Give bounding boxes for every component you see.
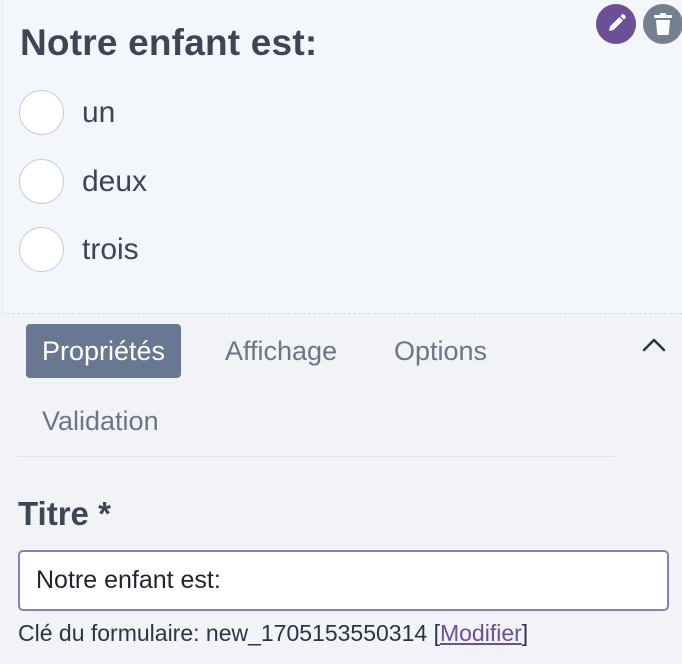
title-label: Titre * [18, 495, 111, 532]
delete-button[interactable] [643, 4, 682, 44]
properties-panel: Propriétés Affichage Options Validation … [0, 315, 682, 664]
radio-option-un[interactable]: un [19, 90, 115, 135]
pencil-icon [609, 14, 626, 31]
title-input[interactable] [18, 550, 669, 611]
radio-option-label: un [82, 95, 116, 129]
tab-affichage[interactable]: Affichage [209, 324, 353, 378]
tab-options[interactable]: Options [378, 324, 503, 378]
form-key-text: Clé du formulaire: new_1705153550314 [ [18, 620, 440, 646]
radio-option-label: trois [82, 232, 139, 266]
radio-button[interactable] [19, 159, 64, 204]
tabs-divider [18, 456, 614, 457]
radio-button[interactable] [19, 227, 64, 272]
modify-key-link[interactable]: Modifier [440, 620, 522, 646]
trash-icon [654, 13, 672, 35]
edit-button[interactable] [596, 4, 636, 44]
tab-validation[interactable]: Validation [26, 394, 175, 448]
radio-option-label: deux [82, 164, 148, 198]
tab-proprietes[interactable]: Propriétés [26, 324, 182, 378]
radio-option-deux[interactable]: deux [19, 159, 147, 204]
radio-button[interactable] [19, 90, 64, 135]
radio-option-trois[interactable]: trois [19, 227, 139, 272]
chevron-up-icon[interactable] [640, 335, 668, 355]
question-title: Notre enfant est: [20, 22, 318, 63]
form-key-bracket: ] [521, 620, 529, 646]
radio-field-preview[interactable]: Notre enfant est: un deux trois [2, 0, 682, 314]
form-key-line: Clé du formulaire: new_1705153550314 [Mo… [18, 620, 528, 647]
